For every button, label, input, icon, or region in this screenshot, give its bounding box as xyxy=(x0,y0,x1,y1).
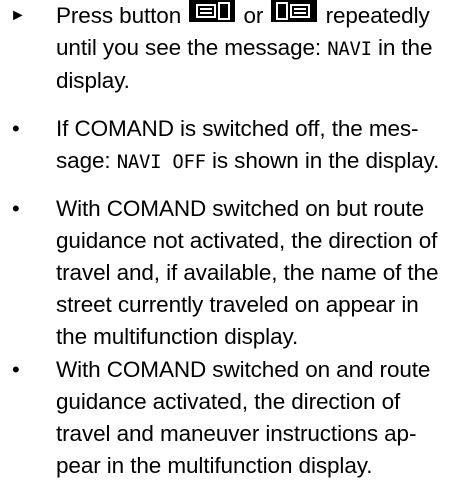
bullet-line: guidance not activated, the direction of xyxy=(56,228,438,253)
bullet-marker: • xyxy=(12,196,20,221)
bullet-line: travel and maneuver instructions ap- xyxy=(56,421,417,446)
display-page-forward-button-icon xyxy=(271,0,318,31)
bullet-marker: • xyxy=(12,357,20,382)
step-line-1: Press button or repeatedly xyxy=(56,0,461,32)
step-text: Press button or repeatedly until you see… xyxy=(56,0,461,97)
bullet-text: With COMAND switched on but route guidan… xyxy=(56,193,461,353)
instruction-page: ► Press button or repeatedly until you s… xyxy=(0,0,465,485)
display-message-navi-off: NAVI OFF xyxy=(116,151,206,173)
bullet-line: pear in the multifunction display. xyxy=(56,453,373,478)
bullet-line: guidance activated, the direction of xyxy=(56,389,401,414)
bullet-text: If COMAND is switched off, the mes- sage… xyxy=(56,113,461,178)
step-line-2: until you see the message: NAVI in the xyxy=(56,35,433,60)
bullet-line: With COMAND switched on and route xyxy=(56,357,431,382)
bullet-line: sage: NAVI OFF is shown in the display. xyxy=(56,148,440,173)
bullet-line: travel and, if available, the name of th… xyxy=(56,260,439,285)
display-page-back-button-icon xyxy=(189,0,236,31)
bullet-marker: • xyxy=(12,116,20,141)
step-arrow-marker: ► xyxy=(10,7,26,24)
step-line-3: display. xyxy=(56,68,130,93)
bullet-line: the multifunction display. xyxy=(56,324,299,349)
bullet-text: With COMAND switched on and route guidan… xyxy=(56,354,461,482)
bullet-line: With COMAND switched on but route xyxy=(56,196,425,221)
display-message-navi: NAVI xyxy=(327,38,372,60)
bullet-line: street currently traveled on appear in xyxy=(56,292,419,317)
bullet-line: If COMAND is switched off, the mes- xyxy=(56,116,419,141)
